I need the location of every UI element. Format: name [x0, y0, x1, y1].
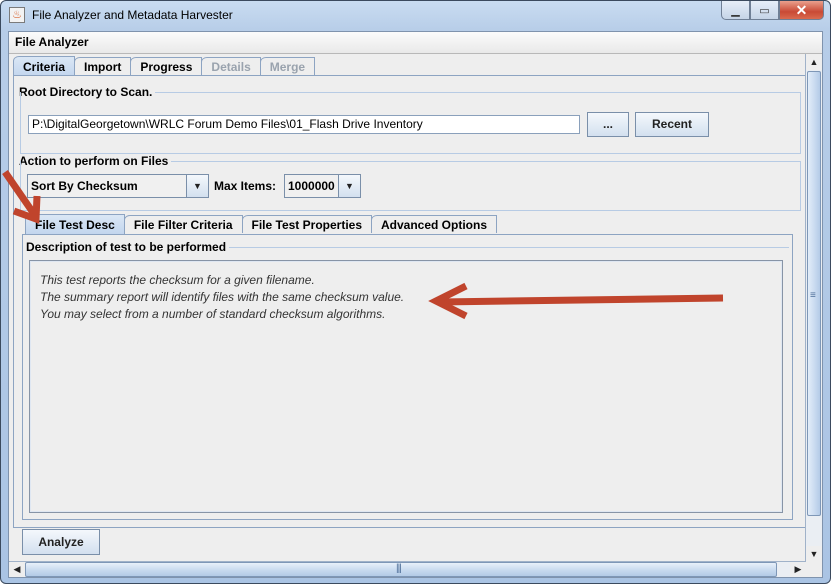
chevron-down-icon[interactable]: ▼ [338, 175, 360, 197]
client-area: File Analyzer Criteria Import Progress D… [8, 31, 823, 578]
app-window: ♨ File Analyzer and Metadata Harvester ▁… [0, 0, 831, 584]
arrow-down-icon: ▼ [809, 549, 819, 559]
description-label: Description of test to be performed [26, 240, 230, 254]
description-text: This test reports the checksum for a giv… [29, 260, 783, 513]
action-select[interactable]: Sort By Checksum ▼ [27, 174, 209, 198]
description-group: Description of test to be performed [26, 240, 789, 254]
panel-title: File Analyzer [9, 32, 822, 54]
tab-progress[interactable]: Progress [130, 57, 203, 75]
main-tabs: Criteria Import Progress Details Merge [13, 56, 316, 76]
close-button[interactable]: ✕ [779, 1, 824, 20]
minimize-icon: ▁ [731, 4, 740, 17]
grip-icon: ||| [396, 563, 402, 574]
browse-button[interactable]: ... [587, 112, 629, 137]
tab-details[interactable]: Details [201, 57, 261, 75]
horizontal-scroll-thumb[interactable]: ||| [25, 562, 777, 577]
scroll-left-button[interactable]: ◀ [9, 562, 25, 577]
description-line: You may select from a number of standard… [40, 307, 386, 321]
tab-import[interactable]: Import [74, 57, 132, 75]
arrow-left-icon: ◀ [13, 564, 21, 574]
tab-file-filter-criteria[interactable]: File Filter Criteria [123, 215, 243, 233]
window-title: File Analyzer and Metadata Harvester [32, 8, 233, 22]
window-controls: ▁ ▭ ✕ [721, 1, 824, 21]
maximize-button[interactable]: ▭ [750, 1, 779, 20]
max-items-value: 1000000 [288, 179, 335, 193]
scroll-down-button[interactable]: ▼ [806, 546, 822, 562]
arrow-right-icon: ▶ [794, 564, 802, 574]
java-app-icon: ♨ [9, 7, 25, 23]
arrow-up-icon: ▲ [809, 57, 819, 67]
scroll-up-button[interactable]: ▲ [806, 54, 822, 70]
tab-merge[interactable]: Merge [259, 57, 316, 75]
scroll-right-button[interactable]: ▶ [790, 562, 806, 577]
maximize-icon: ▭ [759, 4, 770, 17]
vertical-scroll-thumb[interactable]: ≡ [807, 71, 821, 516]
tab-criteria[interactable]: Criteria [13, 56, 76, 76]
minimize-button[interactable]: ▁ [721, 1, 750, 20]
description-line: The summary report will identify files w… [40, 290, 405, 304]
close-icon: ✕ [795, 1, 808, 18]
tab-file-test-properties[interactable]: File Test Properties [241, 215, 372, 233]
test-tabs: File Test Desc File Filter Criteria File… [25, 214, 498, 234]
grip-icon: ≡ [810, 290, 816, 301]
analyze-button[interactable]: Analyze [22, 529, 100, 555]
description-line: This test reports the checksum for a giv… [40, 273, 315, 287]
title-bar[interactable]: ♨ File Analyzer and Metadata Harvester ▁… [1, 1, 830, 31]
max-items-label: Max Items: [214, 179, 277, 193]
tab-advanced-options[interactable]: Advanced Options [371, 215, 498, 233]
vertical-scrollbar[interactable]: ▲ ≡ ▼ [805, 54, 822, 562]
action-select-value: Sort By Checksum [31, 179, 138, 193]
max-items-select[interactable]: 1000000 ▼ [284, 174, 361, 198]
tab-file-test-desc[interactable]: File Test Desc [25, 214, 125, 234]
horizontal-scrollbar[interactable]: ◀ ||| ▶ [9, 561, 806, 577]
chevron-down-icon[interactable]: ▼ [186, 175, 208, 197]
root-directory-input[interactable]: P:\DigitalGeorgetown\WRLC Forum Demo Fil… [28, 115, 580, 134]
recent-button[interactable]: Recent [635, 112, 709, 137]
